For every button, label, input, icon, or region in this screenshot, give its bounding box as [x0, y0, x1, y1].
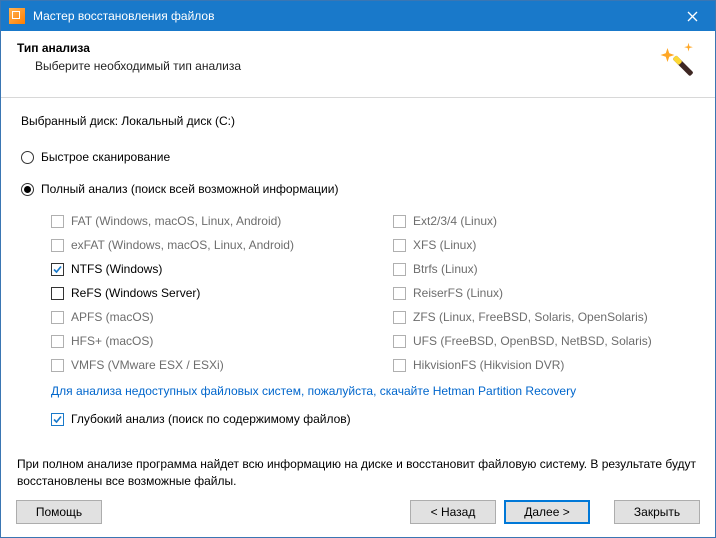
radio-icon	[21, 183, 34, 196]
checkbox-icon	[51, 263, 64, 276]
fs-label: ReFS (Windows Server)	[71, 286, 200, 300]
checkbox-icon	[393, 215, 406, 228]
header-subtitle: Выберите необходимый тип анализа	[35, 59, 649, 73]
fs-checkbox-refs[interactable]: ReFS (Windows Server)	[51, 286, 353, 300]
fs-label: XFS (Linux)	[413, 238, 476, 252]
wizard-wand-icon	[657, 41, 699, 83]
fs-checkbox-zfs: ZFS (Linux, FreeBSD, Solaris, OpenSolari…	[393, 310, 695, 324]
radio-icon	[21, 151, 34, 164]
checkbox-icon	[393, 287, 406, 300]
help-button[interactable]: Помощь	[16, 500, 102, 524]
promo-link[interactable]: Для анализа недоступных файловых систем,…	[51, 384, 695, 398]
close-icon[interactable]	[670, 1, 715, 31]
fs-checkbox-hikfs: HikvisionFS (Hikvision DVR)	[393, 358, 695, 372]
checkbox-icon	[51, 359, 64, 372]
wizard-footer: Помощь < Назад Далее > Закрыть	[0, 489, 716, 538]
checkbox-icon	[51, 335, 64, 348]
fs-checkbox-ext: Ext2/3/4 (Linux)	[393, 214, 695, 228]
fs-label: VMFS (VMware ESX / ESXi)	[71, 358, 224, 372]
checkbox-icon	[51, 215, 64, 228]
fs-checkbox-btrfs: Btrfs (Linux)	[393, 262, 695, 276]
fs-label: FAT (Windows, macOS, Linux, Android)	[71, 214, 281, 228]
selected-disk-label: Выбранный диск: Локальный диск (C:)	[21, 114, 695, 128]
fs-label: ReiserFS (Linux)	[413, 286, 503, 300]
checkbox-icon	[393, 263, 406, 276]
checkbox-icon	[393, 239, 406, 252]
fs-label: APFS (macOS)	[71, 310, 154, 324]
wizard-content: Выбранный диск: Локальный диск (C:) Быст…	[1, 98, 715, 434]
fs-checkbox-ufs: UFS (FreeBSD, OpenBSD, NetBSD, Solaris)	[393, 334, 695, 348]
fs-checkbox-reiser: ReiserFS (Linux)	[393, 286, 695, 300]
checkbox-icon	[51, 413, 64, 426]
fs-checkbox-fat: FAT (Windows, macOS, Linux, Android)	[51, 214, 353, 228]
fs-label: exFAT (Windows, macOS, Linux, Android)	[71, 238, 294, 252]
fs-checkbox-xfs: XFS (Linux)	[393, 238, 695, 252]
deep-analysis-label: Глубокий анализ (поиск по содержимому фа…	[71, 412, 351, 426]
header-title: Тип анализа	[17, 41, 649, 55]
fs-label: HFS+ (macOS)	[71, 334, 153, 348]
full-scan-radio[interactable]: Полный анализ (поиск всей возможной инфо…	[21, 182, 695, 196]
checkbox-icon	[393, 335, 406, 348]
fs-label: UFS (FreeBSD, OpenBSD, NetBSD, Solaris)	[413, 334, 652, 348]
filesystem-grid: FAT (Windows, macOS, Linux, Android) Ext2…	[51, 214, 695, 398]
close-button[interactable]: Закрыть	[614, 500, 700, 524]
checkbox-icon	[393, 311, 406, 324]
fs-checkbox-apfs: APFS (macOS)	[51, 310, 353, 324]
titlebar: Мастер восстановления файлов	[1, 1, 715, 31]
fs-label: Btrfs (Linux)	[413, 262, 478, 276]
description-text: При полном анализе программа найдет всю …	[17, 456, 699, 491]
back-button[interactable]: < Назад	[410, 500, 496, 524]
fs-label: HikvisionFS (Hikvision DVR)	[413, 358, 564, 372]
checkbox-icon	[51, 239, 64, 252]
checkbox-icon	[393, 359, 406, 372]
fs-checkbox-hfs: HFS+ (macOS)	[51, 334, 353, 348]
fs-checkbox-exfat: exFAT (Windows, macOS, Linux, Android)	[51, 238, 353, 252]
fs-checkbox-vmfs: VMFS (VMware ESX / ESXi)	[51, 358, 353, 372]
deep-analysis-checkbox[interactable]: Глубокий анализ (поиск по содержимому фа…	[51, 412, 695, 426]
fs-label: NTFS (Windows)	[71, 262, 162, 276]
full-scan-label: Полный анализ (поиск всей возможной инфо…	[41, 182, 338, 196]
quick-scan-label: Быстрое сканирование	[41, 150, 170, 164]
fs-label: Ext2/3/4 (Linux)	[413, 214, 497, 228]
fs-checkbox-ntfs[interactable]: NTFS (Windows)	[51, 262, 353, 276]
checkbox-icon	[51, 311, 64, 324]
quick-scan-radio[interactable]: Быстрое сканирование	[21, 150, 695, 164]
fs-label: ZFS (Linux, FreeBSD, Solaris, OpenSolari…	[413, 310, 648, 324]
app-icon	[9, 8, 25, 24]
wizard-header: Тип анализа Выберите необходимый тип ана…	[1, 31, 715, 98]
checkbox-icon	[51, 287, 64, 300]
window-title: Мастер восстановления файлов	[33, 9, 670, 23]
next-button[interactable]: Далее >	[504, 500, 590, 524]
